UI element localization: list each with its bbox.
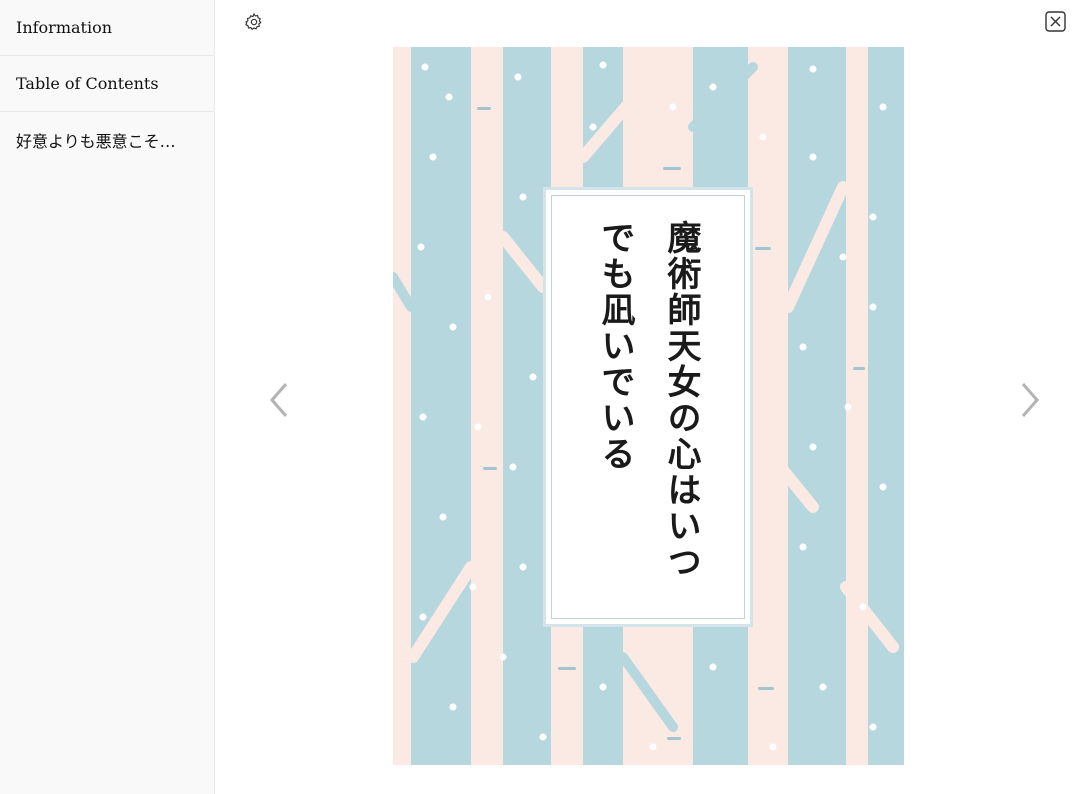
sidebar-item-chapter[interactable]: 好意よりも悪意こそ…	[0, 112, 214, 168]
next-page-button[interactable]	[1015, 378, 1045, 422]
gear-icon	[245, 12, 262, 31]
reader-area: 魔術師天女の心はいつ でも凪いでいる	[216, 0, 1085, 794]
chevron-left-icon	[270, 383, 288, 417]
book-title-line-1: 魔術師天女の心はいつ	[661, 220, 701, 580]
close-icon	[1045, 11, 1066, 32]
previous-page-button[interactable]	[264, 378, 294, 422]
sidebar-item-table-of-contents[interactable]: Table of Contents	[0, 56, 214, 112]
book-title-line-2: でも凪いでいる	[595, 220, 635, 472]
book-cover-page: 魔術師天女の心はいつ でも凪いでいる	[393, 47, 904, 765]
sidebar-item-information[interactable]: Information	[0, 0, 214, 56]
chevron-right-icon	[1021, 383, 1039, 417]
close-button[interactable]	[1045, 11, 1066, 32]
sidebar: Information Table of Contents 好意よりも悪意こそ…	[0, 0, 215, 794]
title-frame: 魔術師天女の心はいつ でも凪いでいる	[543, 187, 753, 627]
title-frame-inner	[551, 195, 745, 619]
sidebar-item-label: Table of Contents	[16, 74, 159, 93]
sidebar-item-label: Information	[16, 18, 113, 37]
sidebar-item-label: 好意よりも悪意こそ…	[16, 132, 176, 151]
reader-app: Information Table of Contents 好意よりも悪意こそ…	[0, 0, 1085, 794]
settings-button[interactable]	[243, 11, 265, 33]
